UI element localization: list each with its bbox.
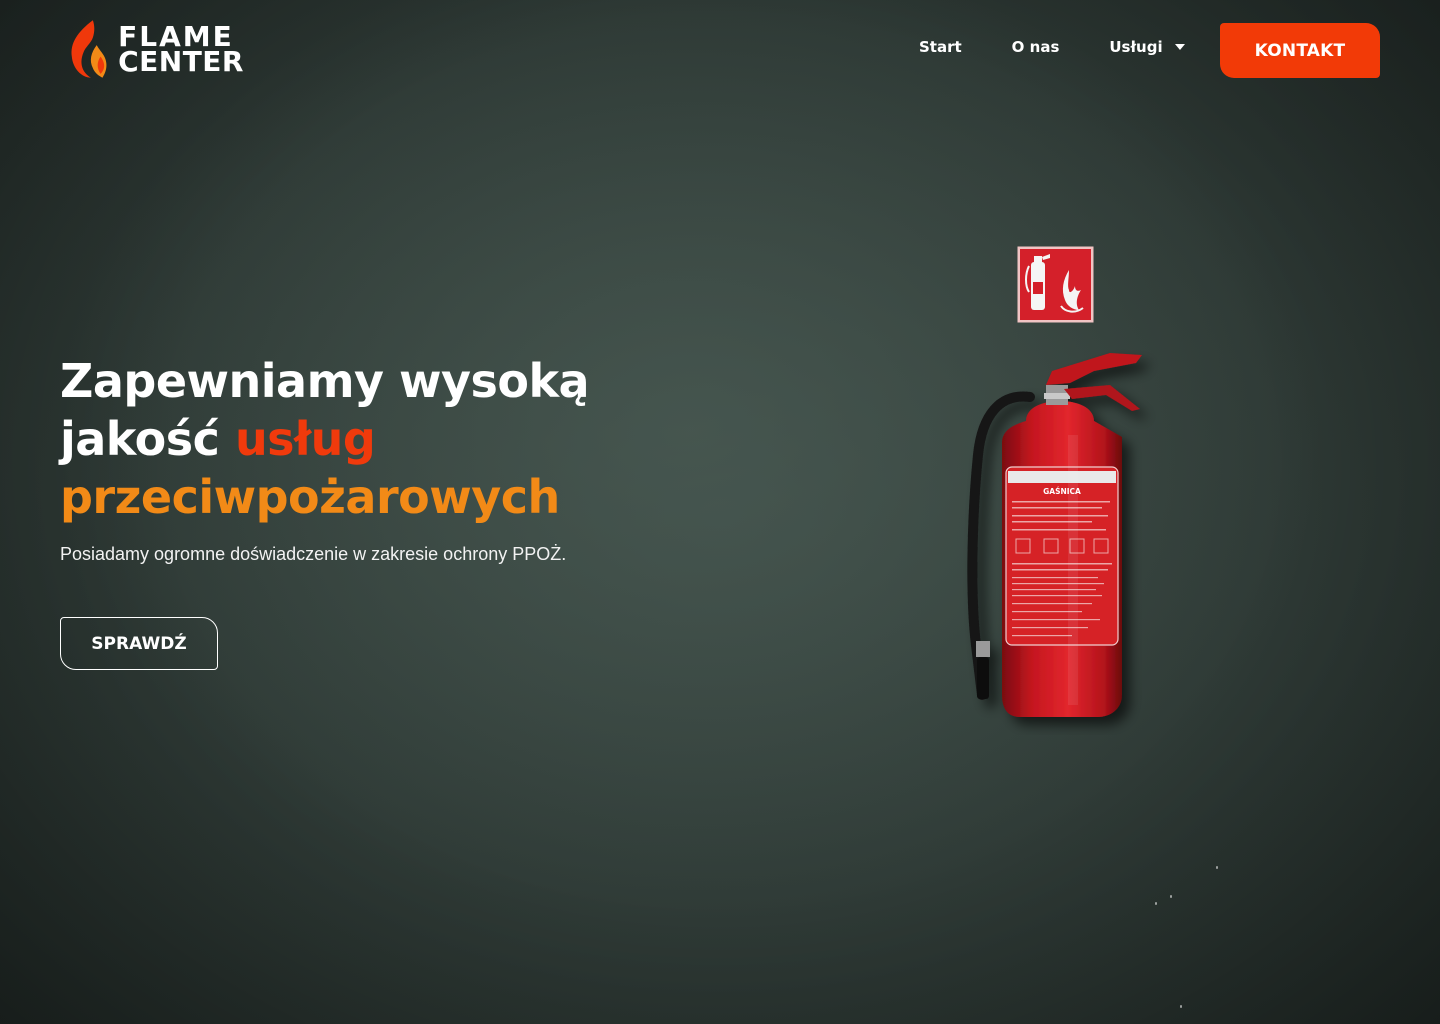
nav-item-services-label: Usługi [1109, 38, 1163, 56]
hero-subtitle: Posiadamy ogromne doświadczenie w zakres… [60, 544, 567, 564]
dust-speck [1155, 902, 1157, 905]
hero-title-accent-orange: przeciwpożarowych [60, 470, 560, 524]
dust-speck [1180, 1005, 1182, 1008]
dust-speck [1170, 895, 1172, 898]
hero-title-line-1: Zapewniamy wysoką [60, 354, 590, 408]
fire-extinguisher-illustration: GAŚNICA [967, 353, 1142, 717]
nav-item-services[interactable]: Usługi [1109, 38, 1185, 56]
hero-title-line-2: jakość usług [60, 410, 680, 468]
main-nav: Start O nas Usługi [919, 38, 1185, 56]
logo[interactable]: FLAME CENTER [68, 16, 244, 82]
nav-item-about[interactable]: O nas [1012, 38, 1060, 56]
check-button[interactable]: SPRAWDŹ [60, 617, 218, 670]
chevron-down-icon [1174, 44, 1185, 50]
nav-item-start[interactable]: Start [919, 38, 962, 56]
hero-title-plain: jakość [60, 412, 235, 466]
flame-icon [71, 20, 107, 78]
logo-text: FLAME CENTER [118, 23, 244, 78]
contact-button[interactable]: KONTAKT [1220, 23, 1380, 78]
logo-line-2: CENTER [118, 45, 244, 78]
hero-title: Zapewniamy wysoką jakość usług przeciwpo… [60, 352, 680, 526]
dust-speck [1216, 866, 1218, 869]
fire-extinguisher-sign-icon [1017, 246, 1094, 323]
hero-title-accent-red: usług [234, 412, 376, 466]
